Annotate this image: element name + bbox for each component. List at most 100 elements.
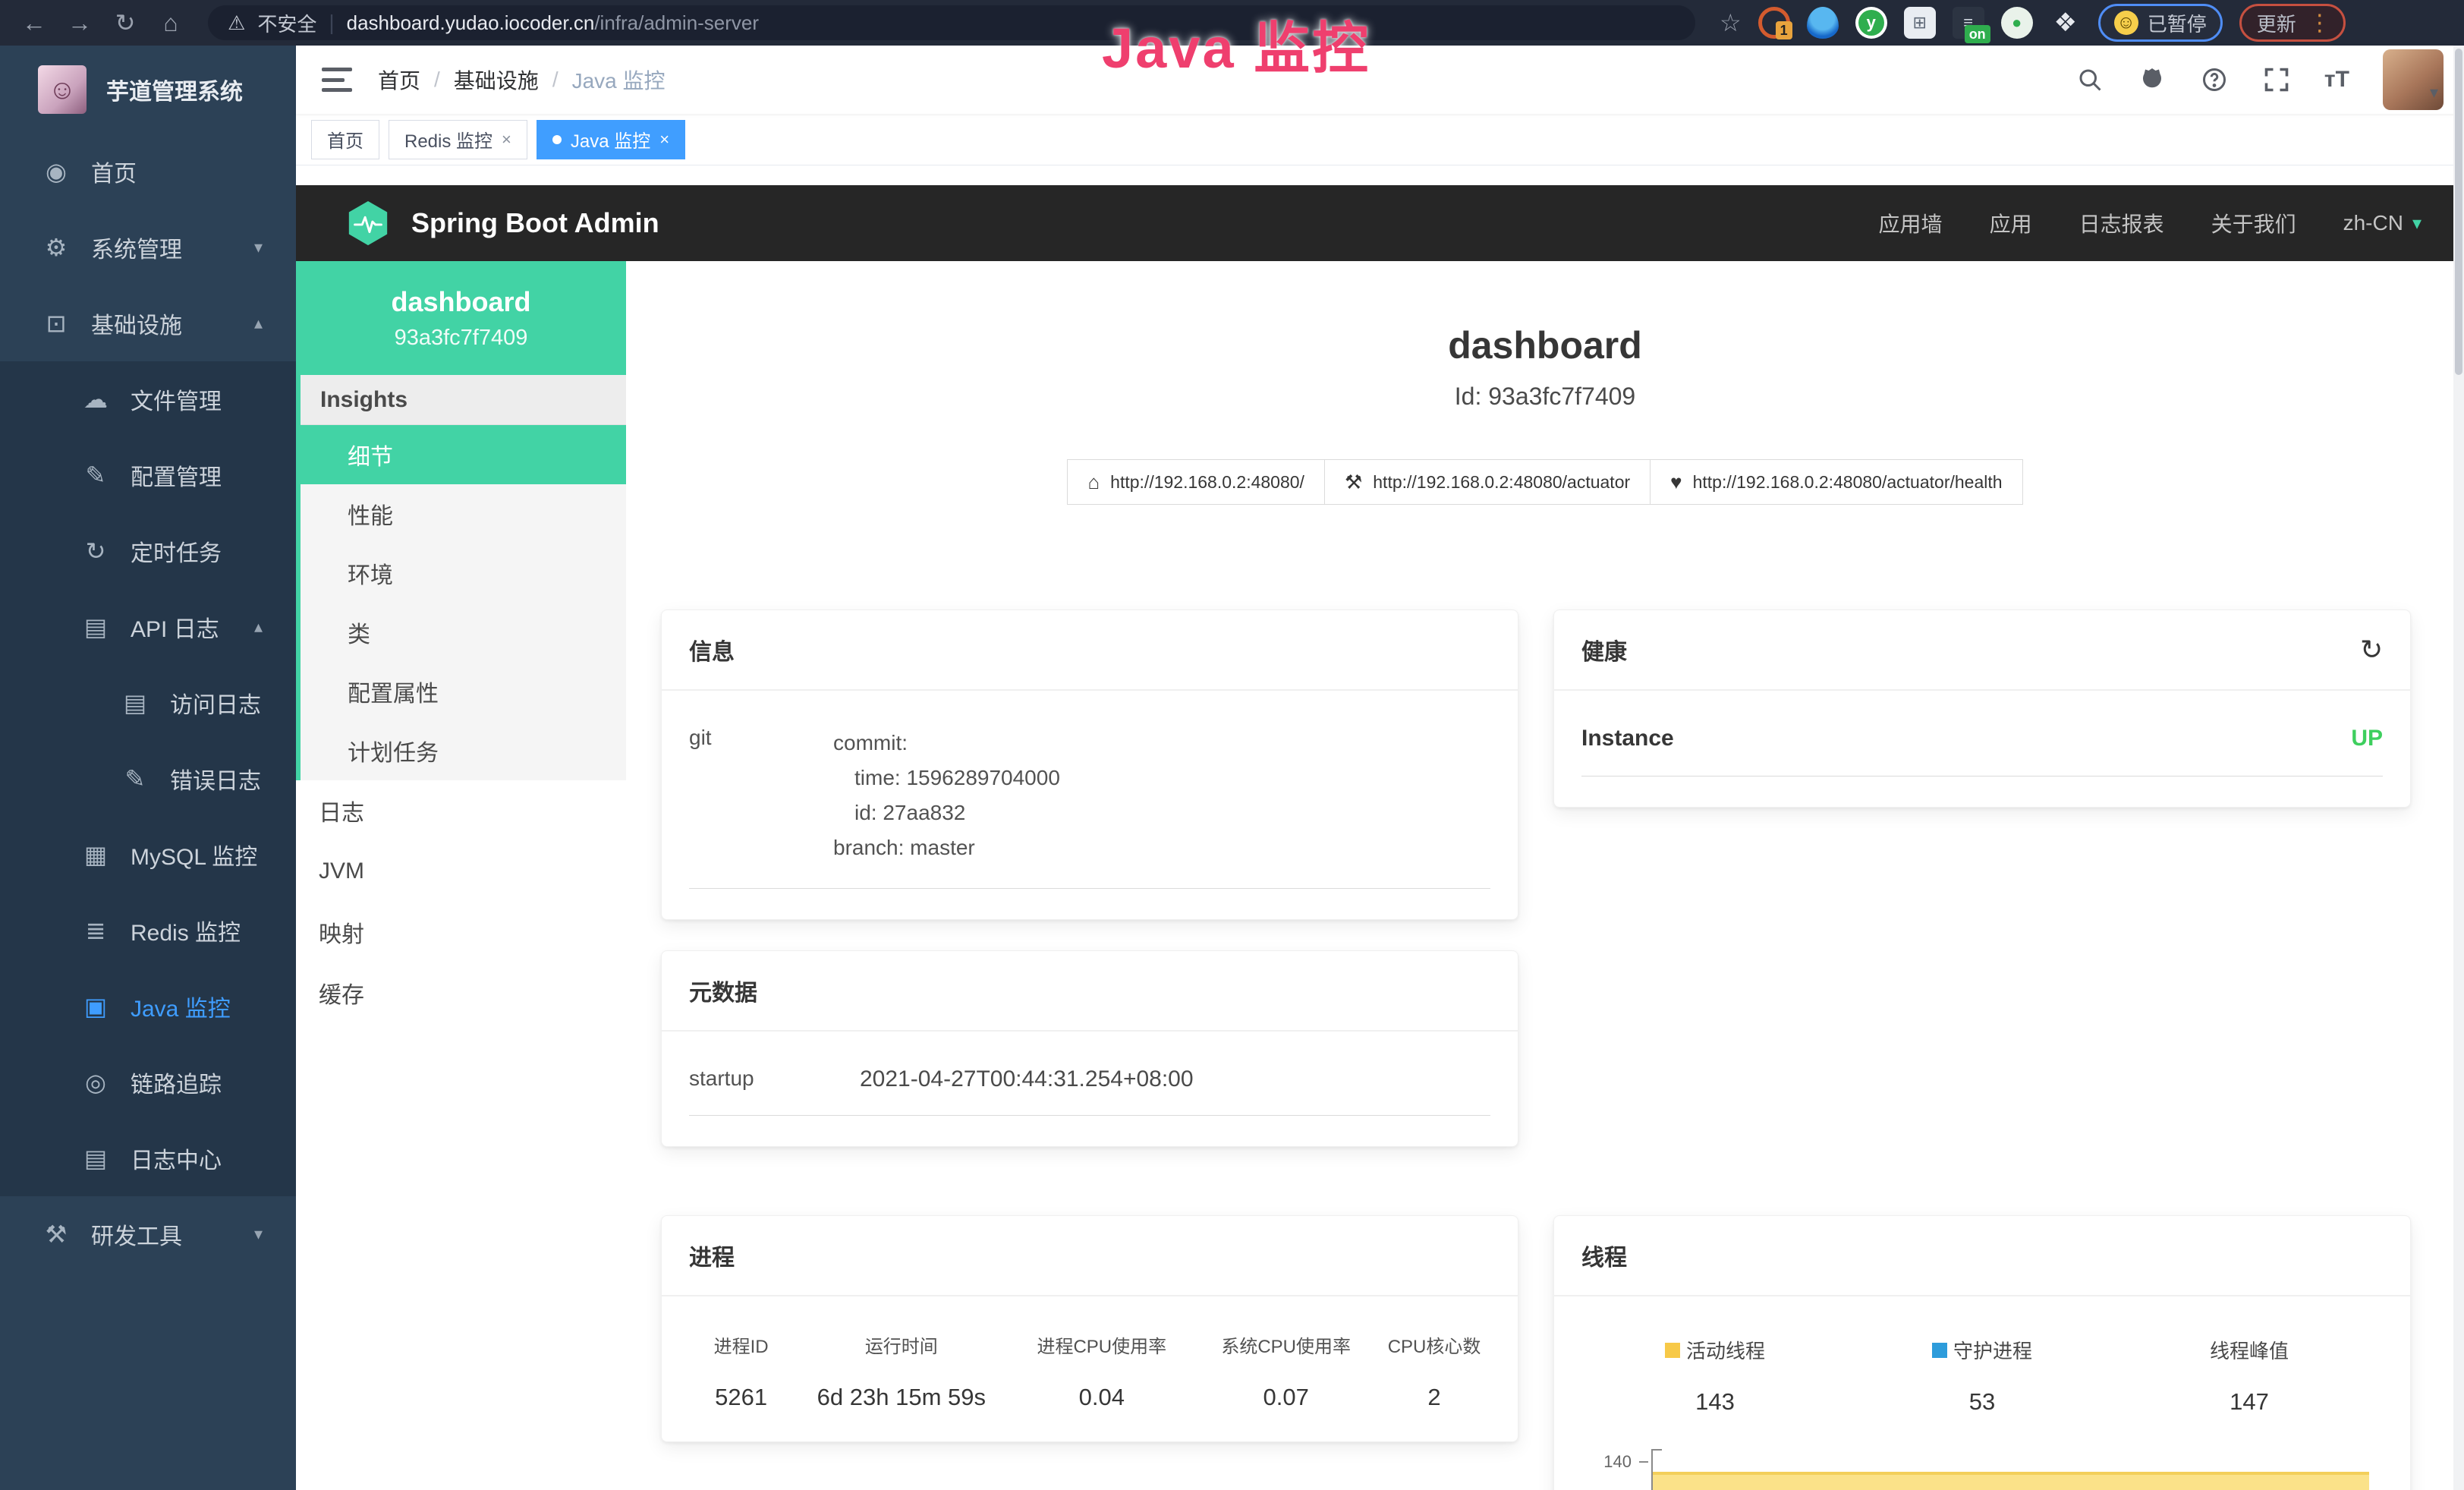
sba-navbar: Spring Boot Admin 应用墙 应用 日志报表 关于我们 zh-CN… <box>296 185 2464 261</box>
heart-icon: ♥ <box>1670 471 1682 494</box>
sba-nav-applications[interactable]: 应用 <box>1990 208 2032 238</box>
tab-label: Redis 监控 <box>404 126 492 153</box>
sidebar-item-infra[interactable]: ⊡ 基础设施 ▴ <box>0 285 296 361</box>
health-key: Instance <box>1581 726 1674 751</box>
info-card: 信息 git commit: time: 1596289704000 id: 2… <box>661 610 1518 920</box>
live-threads-area <box>1653 1472 2369 1490</box>
scrollbar-thumb[interactable] <box>2455 49 2462 375</box>
extension-icon-1[interactable]: 1 <box>1758 7 1790 39</box>
sidebar-item-trace[interactable]: ◎ 链路追踪 <box>0 1044 296 1120</box>
breadcrumb-home[interactable]: 首页 <box>378 65 420 95</box>
sba-item-metrics[interactable]: 性能 <box>301 484 626 543</box>
browser-reload-button[interactable]: ↻ <box>105 5 146 41</box>
sba-brand-title[interactable]: Spring Boot Admin <box>411 207 659 239</box>
admin-menu: ◉ 首页 ⚙ 系统管理 ▾ ⊡ 基础设施 ▴ ☁ 文件管理 ✎ 配置管 <box>0 134 296 1490</box>
sba-item-jvm[interactable]: JVM <box>296 841 626 902</box>
extension-icon-5[interactable]: ≡on <box>1953 7 1984 39</box>
font-size-icon[interactable]: ᴛT <box>2324 67 2349 93</box>
close-icon[interactable]: × <box>502 130 511 150</box>
daemon-threads-value: 53 <box>1849 1388 2116 1416</box>
sba-item-config-props[interactable]: 配置属性 <box>301 662 626 721</box>
browser-forward-button[interactable]: → <box>59 5 100 41</box>
extension-icon-4[interactable]: ⊞ <box>1904 7 1936 39</box>
sba-item-details[interactable]: 细节 <box>296 425 626 484</box>
extension-icon-6[interactable]: ● <box>2001 7 2033 39</box>
log-center-icon: ▤ <box>82 1144 109 1173</box>
breadcrumb-separator: / <box>552 68 559 92</box>
search-icon[interactable] <box>2075 65 2104 94</box>
sidebar-item-config-manage[interactable]: ✎ 配置管理 <box>0 437 296 513</box>
instance-id: 93a3fc7f7409 <box>395 326 528 351</box>
extensions-puzzle-icon[interactable]: ❖ <box>2050 7 2082 39</box>
sidebar-item-log-center[interactable]: ▤ 日志中心 <box>0 1120 296 1196</box>
chevron-up-icon: ▴ <box>254 617 263 637</box>
process-uptime: 6d 23h 15m 59s <box>793 1384 1009 1411</box>
browser-menu-icon[interactable]: ⋮ <box>2308 10 2331 36</box>
breadcrumb-infra[interactable]: 基础设施 <box>454 65 539 95</box>
actuator-url: http://192.168.0.2:48080/actuator <box>1373 472 1630 493</box>
sidebar-item-system[interactable]: ⚙ 系统管理 ▾ <box>0 209 296 285</box>
monitor-icon: ⊡ <box>42 309 70 338</box>
help-icon[interactable] <box>2200 65 2229 94</box>
leaf-glyph: ● <box>2012 13 2022 33</box>
tab-redis-monitor[interactable]: Redis 监控 × <box>389 120 527 159</box>
health-url: http://192.168.0.2:48080/actuator/health <box>1693 472 2003 493</box>
sba-locale-select[interactable]: zh-CN ▾ <box>2343 211 2422 235</box>
info-value: commit: time: 1596289704000 id: 27aa832 … <box>833 726 1490 865</box>
address-bar[interactable]: ⚠ 不安全 | dashboard.yudao.iocoder.cn/infra… <box>208 5 1695 40</box>
health-url-button[interactable]: ♥ http://192.168.0.2:48080/actuator/heal… <box>1650 459 2022 505</box>
process-card: 进程 进程ID 运行时间 进程CPU使用率 系统CPU使用率 CPU核心数 52… <box>661 1215 1518 1442</box>
sba-nav-wallboard[interactable]: 应用墙 <box>1879 208 1943 238</box>
breadcrumb: 首页 / 基础设施 / Java 监控 <box>378 65 666 95</box>
sba-main-content: dashboard Id: 93a3fc7f7409 ⌂ http://192.… <box>626 261 2464 1490</box>
page-title: dashboard <box>626 323 2464 367</box>
sba-item-caches[interactable]: 缓存 <box>296 962 626 1023</box>
sba-item-mappings[interactable]: 映射 <box>296 902 626 962</box>
profile-label: 已暂停 <box>2148 9 2207 37</box>
hamburger-icon[interactable] <box>322 68 352 92</box>
browser-home-button[interactable]: ⌂ <box>150 5 191 41</box>
extension-icon-2[interactable] <box>1807 7 1839 39</box>
threads-card: 线程 活动线程 守护进程 线程峰值 143 53 147 <box>1553 1215 2411 1490</box>
extension-icon-3[interactable]: y <box>1855 7 1887 39</box>
page-scrollbar[interactable] <box>2453 46 2464 1490</box>
locale-value: zh-CN <box>2343 211 2403 235</box>
tab-home[interactable]: 首页 <box>311 120 379 159</box>
sba-nav-about[interactable]: 关于我们 <box>2211 208 2296 238</box>
history-icon[interactable]: ↺ <box>2360 634 2383 666</box>
sidebar-item-access-log[interactable]: ▤ 访问日志 <box>0 665 296 741</box>
sidebar-item-mysql-monitor[interactable]: ▦ MySQL 监控 <box>0 817 296 893</box>
sidebar-item-error-log[interactable]: ✎ 错误日志 <box>0 741 296 817</box>
sba-item-classes[interactable]: 类 <box>301 603 626 662</box>
chevron-down-icon: ▾ <box>254 238 263 257</box>
sba-item-environment[interactable]: 环境 <box>301 543 626 603</box>
service-url-button[interactable]: ⌂ http://192.168.0.2:48080/ <box>1067 459 1325 505</box>
close-icon[interactable]: × <box>659 130 669 150</box>
sba-item-logging[interactable]: 日志 <box>296 780 626 841</box>
tab-java-monitor[interactable]: Java 监控 × <box>537 120 685 159</box>
sidebar-item-java-monitor[interactable]: ▣ Java 监控 <box>0 969 296 1044</box>
browser-update-button[interactable]: 更新 ⋮ <box>2239 4 2346 42</box>
sba-nav-journal[interactable]: 日志报表 <box>2079 208 2164 238</box>
fullscreen-icon[interactable] <box>2262 65 2291 94</box>
sidebar-item-home[interactable]: ◉ 首页 <box>0 134 296 209</box>
app-logo-row[interactable]: ☺ 芋道管理系统 <box>0 46 296 134</box>
update-label: 更新 <box>2257 9 2296 37</box>
avatar-caret-icon[interactable]: ▾ <box>2430 83 2438 110</box>
sidebar-item-dev-tools[interactable]: ⚒ 研发工具 ▾ <box>0 1196 296 1272</box>
browser-back-button[interactable]: ← <box>14 5 55 41</box>
live-threads-value: 143 <box>1581 1388 1849 1416</box>
bookmark-star-icon[interactable]: ☆ <box>1720 8 1742 37</box>
actuator-url-button[interactable]: ⚒ http://192.168.0.2:48080/actuator <box>1324 459 1651 505</box>
sidebar-item-api-log[interactable]: ▤ API 日志 ▴ <box>0 589 296 665</box>
sidebar-item-redis-monitor[interactable]: ≣ Redis 监控 <box>0 893 296 969</box>
metadata-startup-row: startup 2021-04-27T00:44:31.254+08:00 <box>689 1066 1490 1116</box>
browser-profile-chip[interactable]: ☺ 已暂停 <box>2098 4 2223 42</box>
sidebar-item-scheduled-jobs[interactable]: ↻ 定时任务 <box>0 513 296 589</box>
sba-item-scheduled-tasks[interactable]: 计划任务 <box>301 721 626 780</box>
sidebar-item-file-manage[interactable]: ☁ 文件管理 <box>0 361 296 437</box>
github-icon[interactable] <box>2138 65 2167 94</box>
profile-avatar-icon: ☺ <box>2114 11 2138 35</box>
chevron-up-icon: ▴ <box>254 313 263 333</box>
breadcrumb-current: Java 监控 <box>572 65 666 95</box>
